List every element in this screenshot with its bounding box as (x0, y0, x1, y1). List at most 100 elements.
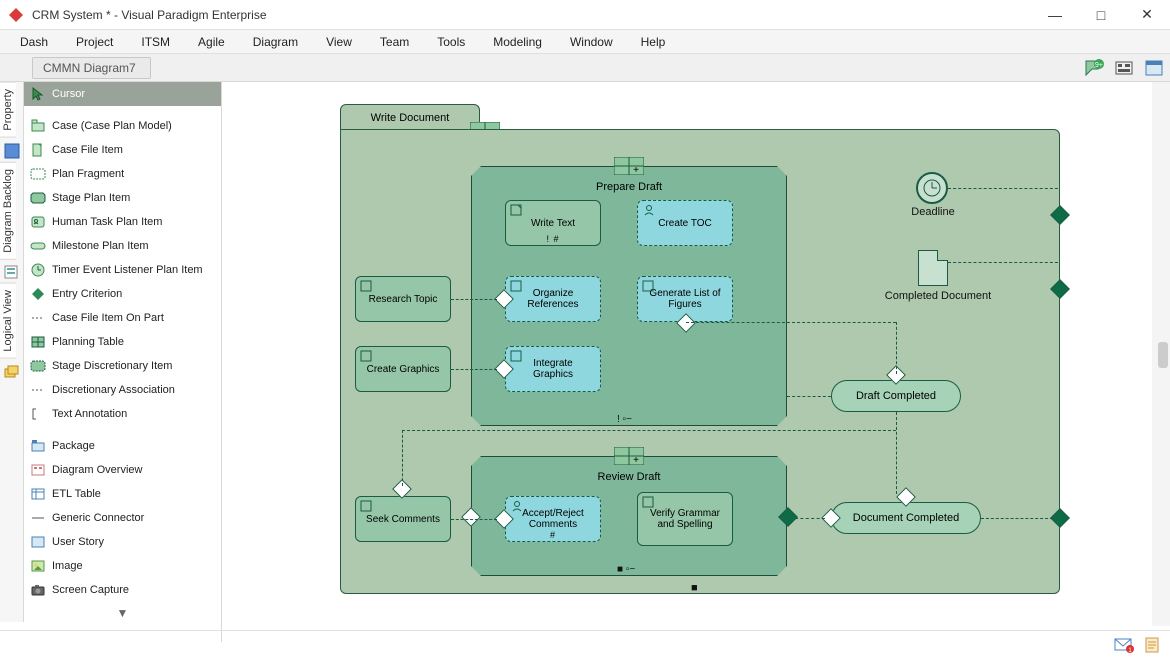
side-tab-backlog[interactable]: Diagram Backlog (0, 162, 16, 260)
palette-item-etl-table[interactable]: ETL Table (24, 482, 221, 506)
side-tab-property[interactable]: Property (0, 82, 16, 138)
palette-item-cursor[interactable]: Cursor (24, 82, 221, 106)
palette-item-discretionary-association[interactable]: Discretionary Association (24, 378, 221, 402)
palette-more[interactable]: ▼ (24, 602, 221, 624)
palette: Cursor Case (Case Plan Model) Case File It… (24, 82, 222, 642)
stage-markers: ! ▫− (617, 414, 632, 425)
document-icon (360, 500, 374, 512)
palette-item-label: Case (Case Plan Model) (52, 120, 172, 132)
case-icon (30, 118, 46, 134)
palette-item-stage-plan-item[interactable]: Stage Plan Item (24, 186, 221, 210)
task-label: Seek Comments (366, 514, 440, 525)
task-label: Create TOC (658, 218, 712, 229)
menu-view[interactable]: View (312, 33, 366, 51)
exit-criterion[interactable] (1050, 508, 1070, 528)
connector (896, 412, 897, 430)
connector (686, 322, 896, 323)
palette-item-case-file-item[interactable]: Case File Item (24, 138, 221, 162)
task-seek-comments[interactable]: Seek Comments (355, 496, 451, 542)
notifications-icon[interactable]: 9+ (1080, 56, 1108, 80)
palette-item-milestone-plan-item[interactable]: Milestone Plan Item (24, 234, 221, 258)
palette-item-entry-criterion[interactable]: Entry Criterion (24, 282, 221, 306)
exit-criterion[interactable] (1050, 279, 1070, 299)
palette-item-label: Case File Item On Part (52, 312, 164, 324)
breadcrumb-row: CMMN Diagram7 9+ (0, 54, 1170, 82)
menu-window[interactable]: Window (556, 33, 627, 51)
palette-item-text-annotation[interactable]: Text Annotation (24, 402, 221, 426)
side-tab-logical[interactable]: Logical View (0, 283, 16, 359)
layout-icon[interactable] (1110, 56, 1138, 80)
menu-diagram[interactable]: Diagram (239, 33, 312, 51)
camera-icon (30, 582, 46, 598)
palette-item-image[interactable]: Image (24, 554, 221, 578)
task-verify-grammar[interactable]: Verify Grammar and Spelling (637, 492, 733, 546)
menu-itsm[interactable]: ITSM (127, 33, 184, 51)
breadcrumb[interactable]: CMMN Diagram7 (32, 57, 151, 79)
task-label: Generate List of Figures (644, 288, 726, 310)
connector (451, 519, 497, 520)
palette-item-timer-event-listener-plan-item[interactable]: Timer Event Listener Plan Item (24, 258, 221, 282)
menu-help[interactable]: Help (627, 33, 680, 51)
document-icon (642, 496, 656, 508)
fragment-icon (30, 166, 46, 182)
palette-item-generic-connector[interactable]: Generic Connector (24, 506, 221, 530)
palette-item-label: Case File Item (52, 144, 123, 156)
palette-item-user-story[interactable]: User Story (24, 530, 221, 554)
panel-toggle-icon[interactable] (1140, 56, 1168, 80)
maximize-button[interactable]: □ (1078, 0, 1124, 30)
connector (896, 322, 897, 374)
status-bar: 1 (0, 630, 1170, 658)
palette-item-label: Entry Criterion (52, 288, 122, 300)
task-write-text[interactable]: Write Text ! # (505, 200, 601, 246)
mail-icon[interactable]: 1 (1114, 637, 1134, 653)
palette-item-package[interactable]: Package (24, 434, 221, 458)
minimize-button[interactable]: ― (1032, 0, 1078, 30)
connector (981, 518, 1053, 519)
task-markers: # (550, 530, 556, 540)
planning-table-icon[interactable]: + (614, 447, 644, 465)
case-file-item[interactable] (918, 250, 948, 286)
scroll-thumb[interactable] (1158, 342, 1168, 368)
task-label: Integrate Graphics (512, 358, 594, 380)
svg-text:+: + (633, 455, 639, 465)
task-create-graphics[interactable]: Create Graphics (355, 346, 451, 392)
timer-event-deadline[interactable] (916, 172, 948, 204)
planning-table-icon[interactable]: + (614, 157, 644, 175)
menu-modeling[interactable]: Modeling (479, 33, 556, 51)
task-label: Write Text (531, 218, 575, 229)
palette-item-screen-capture[interactable]: Screen Capture (24, 578, 221, 602)
exit-criterion[interactable] (1050, 205, 1070, 225)
palette-item-case-case-plan-model-[interactable]: Case (Case Plan Model) (24, 114, 221, 138)
task-integrate-graphics[interactable]: Integrate Graphics (505, 346, 601, 392)
case-plan-model[interactable]: Write Document − Prepare Draft + Write T… (340, 104, 1060, 594)
task-research-topic[interactable]: Research Topic (355, 276, 451, 322)
connector (402, 430, 896, 431)
menu-dash[interactable]: Dash (6, 33, 62, 51)
titlebar: CRM System * - Visual Paradigm Enterpris… (0, 0, 1170, 30)
timer-label: Deadline (908, 206, 958, 218)
palette-item-label: Generic Connector (52, 512, 144, 524)
palette-item-planning-table[interactable]: Planning Table (24, 330, 221, 354)
backlog-icon (3, 263, 21, 281)
palette-item-plan-fragment[interactable]: Plan Fragment (24, 162, 221, 186)
palette-item-case-file-item-on-part[interactable]: Case File Item On Part (24, 306, 221, 330)
file-icon (30, 142, 46, 158)
menu-project[interactable]: Project (62, 33, 127, 51)
connector (451, 299, 497, 300)
task-create-toc[interactable]: Create TOC (637, 200, 733, 246)
palette-item-stage-discretionary-item[interactable]: Stage Discretionary Item (24, 354, 221, 378)
close-button[interactable]: ✕ (1124, 0, 1170, 30)
palette-item-label: Discretionary Association (52, 384, 175, 396)
palette-item-diagram-overview[interactable]: Diagram Overview (24, 458, 221, 482)
menu-tools[interactable]: Tools (423, 33, 479, 51)
task-organize-references[interactable]: Organize References (505, 276, 601, 322)
note-icon[interactable] (1144, 636, 1160, 654)
palette-item-label: Cursor (52, 88, 85, 100)
annotation-icon (30, 406, 46, 422)
connector-icon (30, 510, 46, 526)
menu-agile[interactable]: Agile (184, 33, 239, 51)
diagram-canvas[interactable]: Write Document − Prepare Draft + Write T… (222, 82, 1152, 626)
task-accept-reject[interactable]: Accept/Reject Comments # (505, 496, 601, 542)
menu-team[interactable]: Team (366, 33, 423, 51)
palette-item-human-task-plan-item[interactable]: Human Task Plan Item (24, 210, 221, 234)
